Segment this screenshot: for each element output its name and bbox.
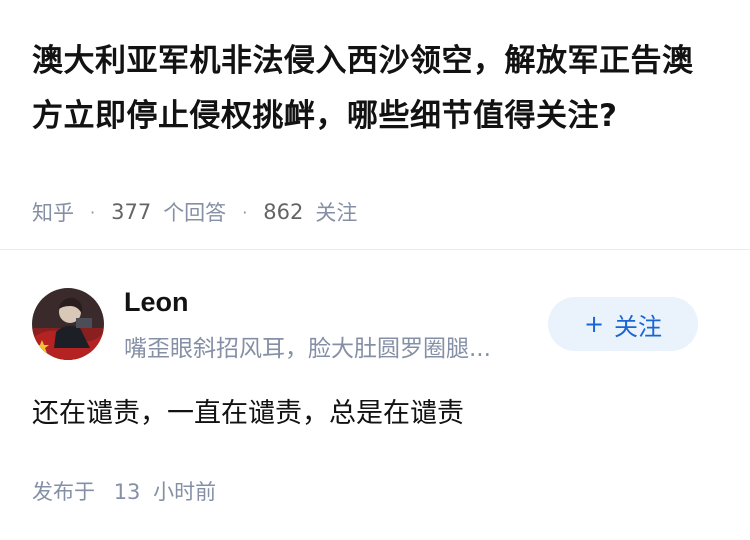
time-prefix: 发布于	[32, 480, 95, 504]
question-header: 澳大利亚军机非法侵入西沙领空，解放军正告澳方立即停止侵权挑衅，哪些细节值得关注?…	[0, 0, 750, 250]
answers-count: 377	[111, 200, 152, 224]
time-value: 13	[113, 480, 141, 504]
answer-publish-time: 发布于 13 小时前	[32, 476, 216, 506]
separator-dot: ·	[242, 202, 248, 222]
answers-label[interactable]: 个回答	[163, 197, 226, 227]
question-meta: 知乎 · 377 个回答 · 862 关注	[32, 197, 357, 227]
zhihu-question-page: 澳大利亚军机非法侵入西沙领空，解放军正告澳方立即停止侵权挑衅，哪些细节值得关注?…	[0, 0, 750, 540]
answer-content[interactable]: 还在谴责，一直在谴责，总是在谴责	[32, 397, 464, 431]
author-bio: 嘴歪眼斜招风耳，脸大肚圆罗圈腿...	[124, 336, 491, 362]
source-label: 知乎	[32, 201, 74, 225]
follow-button-label: 关注	[614, 312, 663, 341]
question-title[interactable]: 澳大利亚军机非法侵入西沙领空，解放军正告澳方立即停止侵权挑衅，哪些细节值得关注?	[32, 34, 722, 144]
author-name[interactable]: Leon	[124, 287, 189, 318]
followers-label: 关注	[315, 201, 358, 225]
separator-dot: ·	[90, 202, 96, 222]
answer-card: Leon 嘴歪眼斜招风耳，脸大肚圆罗圈腿... + 关注 还在谴责，一直在谴责，…	[0, 251, 750, 540]
plus-icon: +	[583, 310, 605, 338]
avatar-image	[32, 288, 104, 360]
followers-count: 862	[263, 200, 304, 224]
time-unit: 小时前	[153, 480, 217, 504]
author-avatar[interactable]	[32, 288, 104, 360]
follow-button[interactable]: + 关注	[548, 297, 698, 351]
